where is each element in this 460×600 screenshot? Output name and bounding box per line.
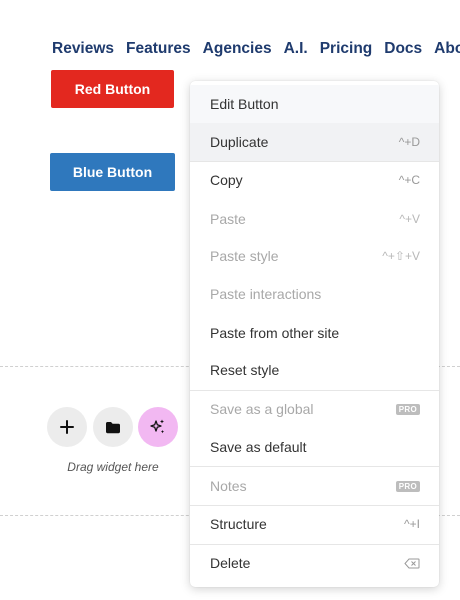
menu-shortcut: ^+I — [404, 517, 420, 531]
nav-reviews[interactable]: Reviews — [52, 39, 114, 59]
nav-about[interactable]: About — [434, 39, 460, 59]
context-menu: Edit Button Duplicate ^+D Copy ^+C Paste… — [190, 81, 439, 587]
menu-save-as-default[interactable]: Save as default — [190, 428, 439, 466]
nav-docs[interactable]: Docs — [384, 39, 422, 59]
menu-label: Structure — [210, 516, 267, 532]
backspace-icon — [404, 558, 420, 568]
menu-label: Paste from other site — [210, 325, 340, 341]
blue-button[interactable]: Blue Button — [50, 153, 175, 191]
menu-shortcut: ^+C — [398, 173, 420, 187]
menu-label: Paste — [210, 211, 246, 227]
menu-structure[interactable]: Structure ^+I — [190, 505, 439, 543]
menu-copy[interactable]: Copy ^+C — [190, 161, 439, 199]
menu-duplicate[interactable]: Duplicate ^+D — [190, 123, 439, 161]
menu-label: Edit Button — [210, 96, 279, 112]
menu-paste[interactable]: Paste ^+V — [190, 200, 439, 238]
menu-label: Copy — [210, 172, 243, 188]
menu-shortcut: ^+V — [399, 212, 420, 226]
menu-label: Notes — [210, 478, 247, 494]
plus-icon — [60, 420, 74, 434]
sparkles-icon — [150, 419, 165, 434]
menu-delete[interactable]: Delete — [190, 544, 439, 582]
folder-icon — [106, 421, 120, 433]
menu-label: Duplicate — [210, 134, 269, 150]
pro-badge: PRO — [395, 403, 420, 415]
top-nav: Reviews Features Agencies A.I. Pricing D… — [52, 39, 460, 59]
templates-button[interactable] — [93, 407, 133, 447]
menu-reset-style[interactable]: Reset style — [190, 351, 439, 389]
red-button[interactable]: Red Button — [51, 70, 174, 108]
menu-label: Paste interactions — [210, 286, 322, 302]
nav-pricing[interactable]: Pricing — [320, 39, 373, 59]
menu-paste-interactions[interactable]: Paste interactions — [190, 275, 439, 313]
menu-shortcut: ^+⇧+V — [382, 249, 420, 263]
menu-paste-from-other-site[interactable]: Paste from other site — [190, 314, 439, 352]
menu-edit-button[interactable]: Edit Button — [190, 85, 439, 123]
menu-save-as-global[interactable]: Save as a global PRO — [190, 390, 439, 428]
menu-label: Delete — [210, 555, 251, 571]
nav-agencies[interactable]: Agencies — [203, 39, 272, 59]
nav-features[interactable]: Features — [126, 39, 191, 59]
add-widget-button[interactable] — [47, 407, 87, 447]
menu-label: Reset style — [210, 362, 280, 378]
menu-label: Paste style — [210, 248, 279, 264]
menu-label: Save as default — [210, 439, 307, 455]
drag-widget-hint: Drag widget here — [67, 460, 159, 474]
menu-label: Save as a global — [210, 401, 314, 417]
menu-notes[interactable]: Notes PRO — [190, 467, 439, 505]
menu-paste-style[interactable]: Paste style ^+⇧+V — [190, 237, 439, 275]
nav-ai[interactable]: A.I. — [284, 39, 308, 59]
ai-generate-button[interactable] — [138, 407, 178, 447]
pro-badge: PRO — [395, 480, 420, 492]
menu-shortcut: ^+D — [398, 135, 420, 149]
